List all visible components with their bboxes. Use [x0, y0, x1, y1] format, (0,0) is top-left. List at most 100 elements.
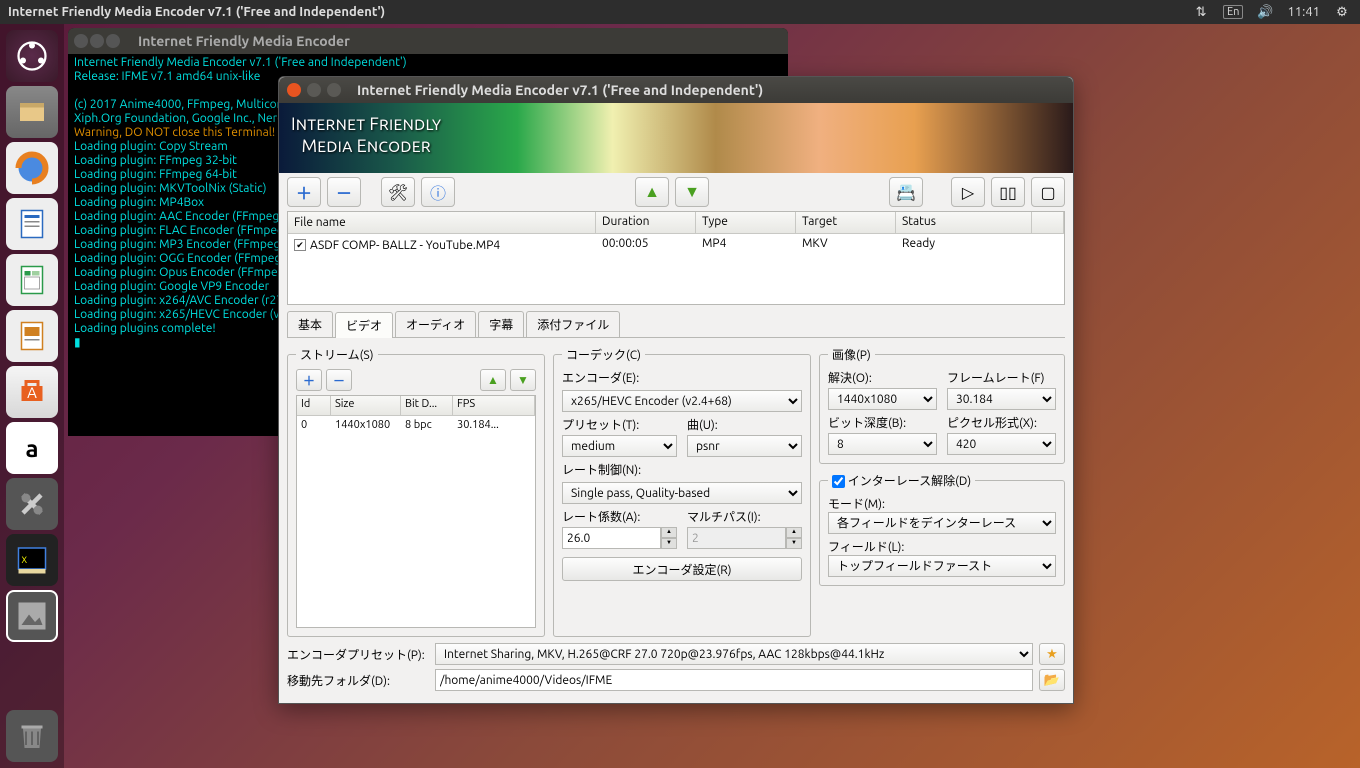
- term-min-btn[interactable]: [90, 34, 104, 48]
- rf-down[interactable]: ▼: [661, 538, 677, 549]
- browse-folder-button[interactable]: 📂: [1039, 669, 1065, 691]
- ratefactor-input[interactable]: [562, 527, 661, 549]
- app-banner: Internet Friendly Media Encoder: [279, 103, 1073, 173]
- network-icon[interactable]: ⇅: [1193, 4, 1209, 20]
- col-filename[interactable]: File name: [288, 212, 596, 233]
- bitdepth-label: ビット深度(B):: [828, 414, 937, 431]
- ratecontrol-label: レート制御(N):: [562, 461, 802, 478]
- files-icon[interactable]: [6, 86, 58, 138]
- encoder-preset-label: エンコーダプリセット(P):: [287, 646, 429, 663]
- xterm-icon[interactable]: X: [6, 534, 58, 586]
- rf-up[interactable]: ▲: [661, 527, 677, 538]
- destination-input[interactable]: [435, 669, 1033, 691]
- add-file-button[interactable]: ＋: [287, 177, 321, 207]
- multipass-label: マルチパス(I):: [687, 508, 802, 525]
- image-viewer-icon[interactable]: [6, 590, 58, 642]
- stream-down-button[interactable]: ▼: [510, 369, 536, 391]
- pixelformat-select[interactable]: 420: [947, 433, 1056, 455]
- main-toolbar: ＋ － 🛠 ⓘ ▲ ▼ 📇 ▷ ▯▯ ▢: [279, 173, 1073, 211]
- clock[interactable]: 11:41: [1287, 5, 1320, 19]
- deint-mode-select[interactable]: 各フィールドをデインターレース: [828, 512, 1056, 534]
- libreoffice-calc-icon[interactable]: [6, 254, 58, 306]
- firefox-icon[interactable]: [6, 142, 58, 194]
- deint-field-select[interactable]: トップフィールドファースト: [828, 555, 1056, 577]
- tab-basic[interactable]: 基本: [287, 311, 333, 337]
- stream-row[interactable]: 0 1440x1080 8 bpc 30.184...: [297, 416, 535, 434]
- app-titlebar[interactable]: Internet Friendly Media Encoder v7.1 ('F…: [279, 77, 1073, 103]
- image-legend: 画像(P): [828, 346, 875, 363]
- ratecontrol-select[interactable]: Single pass, Quality-based: [562, 482, 802, 504]
- dash-icon[interactable]: [6, 30, 58, 82]
- libreoffice-writer-icon[interactable]: [6, 198, 58, 250]
- stream-table[interactable]: Id Size Bit D... FPS 0 1440x1080 8 bpc 3…: [296, 395, 536, 628]
- system-settings-icon[interactable]: [6, 478, 58, 530]
- move-up-button[interactable]: ▲: [635, 177, 669, 207]
- pause-button[interactable]: ▯▯: [991, 177, 1025, 207]
- file-checkbox[interactable]: ✔: [294, 239, 306, 251]
- term-close-btn[interactable]: [74, 34, 88, 48]
- deinterlace-checkbox[interactable]: インターレース解除(D): [832, 475, 971, 488]
- amazon-icon[interactable]: a: [6, 422, 58, 474]
- banner-line1: Internet Friendly: [291, 114, 441, 134]
- tune-label: 曲(U):: [687, 416, 802, 433]
- col-target[interactable]: Target: [796, 212, 896, 233]
- preset-select[interactable]: medium: [562, 435, 677, 457]
- encoder-settings-button[interactable]: エンコーダ設定(R): [562, 557, 802, 581]
- favorite-button[interactable]: ★: [1039, 643, 1065, 665]
- move-down-button[interactable]: ▼: [675, 177, 709, 207]
- framerate-select[interactable]: 30.184: [947, 388, 1056, 410]
- col-type[interactable]: Type: [696, 212, 796, 233]
- banner-line2: Media Encoder: [291, 135, 441, 157]
- start-button[interactable]: ▷: [951, 177, 985, 207]
- stream-add-button[interactable]: ＋: [296, 369, 322, 391]
- tab-attachment[interactable]: 添付ファイル: [526, 311, 620, 337]
- resolution-label: 解決(O):: [828, 369, 937, 386]
- svg-text:A: A: [27, 384, 37, 401]
- encoder-label: エンコーダ(E):: [562, 369, 802, 386]
- stream-legend: ストリーム(S): [296, 346, 378, 363]
- codec-group: コーデック(C) エンコーダ(E): x265/HEVC Encoder (v2…: [553, 346, 811, 637]
- file-row[interactable]: ✔ASDF COMP- BALLZ - YouTube.MP4 00:00:05…: [288, 234, 1064, 256]
- tab-video[interactable]: ビデオ: [335, 312, 393, 338]
- ratefactor-label: レート係数(A):: [562, 508, 677, 525]
- encoder-preset-select[interactable]: Internet Sharing, MKV, H.265@CRF 27.0 72…: [435, 643, 1033, 665]
- tools-button[interactable]: 🛠: [381, 177, 415, 207]
- col-duration[interactable]: Duration: [596, 212, 696, 233]
- svg-text:X: X: [22, 555, 28, 565]
- maximize-button[interactable]: [327, 83, 341, 97]
- trash-icon[interactable]: [6, 710, 58, 762]
- stop-button[interactable]: ▢: [1031, 177, 1065, 207]
- minimize-button[interactable]: [307, 83, 321, 97]
- unity-launcher: A a X: [0, 24, 64, 768]
- tab-audio[interactable]: オーディオ: [395, 311, 476, 337]
- file-list[interactable]: File name Duration Type Target Status ✔A…: [287, 211, 1065, 305]
- resolution-select[interactable]: 1440x1080: [828, 388, 937, 410]
- keyboard-indicator[interactable]: En: [1223, 5, 1243, 19]
- ubuntu-software-icon[interactable]: A: [6, 366, 58, 418]
- col-status[interactable]: Status: [896, 212, 1032, 233]
- stream-up-button[interactable]: ▲: [480, 369, 506, 391]
- image-group: 画像(P) 解決(O): 1440x1080 フレームレート(F) 30.184…: [819, 346, 1065, 464]
- volume-icon[interactable]: 🔊: [1257, 4, 1273, 20]
- pixelformat-label: ピクセル形式(X):: [947, 414, 1056, 431]
- desktop-menubar: Internet Friendly Media Encoder v7.1 ('F…: [0, 0, 1360, 24]
- close-button[interactable]: [287, 83, 301, 97]
- bitdepth-select[interactable]: 8: [828, 433, 937, 455]
- terminal-title: Internet Friendly Media Encoder: [126, 33, 350, 49]
- deint-field-label: フィールド(L):: [828, 541, 904, 554]
- codec-legend: コーデック(C): [562, 346, 645, 363]
- menubar-title: Internet Friendly Media Encoder v7.1 ('F…: [0, 5, 1193, 19]
- app-window: Internet Friendly Media Encoder v7.1 ('F…: [278, 76, 1074, 704]
- encoder-select[interactable]: x265/HEVC Encoder (v2.4+68): [562, 390, 802, 412]
- tab-subtitle[interactable]: 字幕: [478, 311, 524, 337]
- remove-file-button[interactable]: －: [327, 177, 361, 207]
- tune-select[interactable]: psnr: [687, 435, 802, 457]
- stream-remove-button[interactable]: －: [326, 369, 352, 391]
- framerate-label: フレームレート(F): [947, 369, 1056, 386]
- term-max-btn[interactable]: [106, 34, 120, 48]
- libreoffice-impress-icon[interactable]: [6, 310, 58, 362]
- gear-icon[interactable]: ⚙: [1334, 4, 1350, 20]
- settings-tabs: 基本 ビデオ オーディオ 字幕 添付ファイル: [287, 311, 1065, 337]
- donate-button[interactable]: 📇: [889, 177, 923, 207]
- info-button[interactable]: ⓘ: [421, 177, 455, 207]
